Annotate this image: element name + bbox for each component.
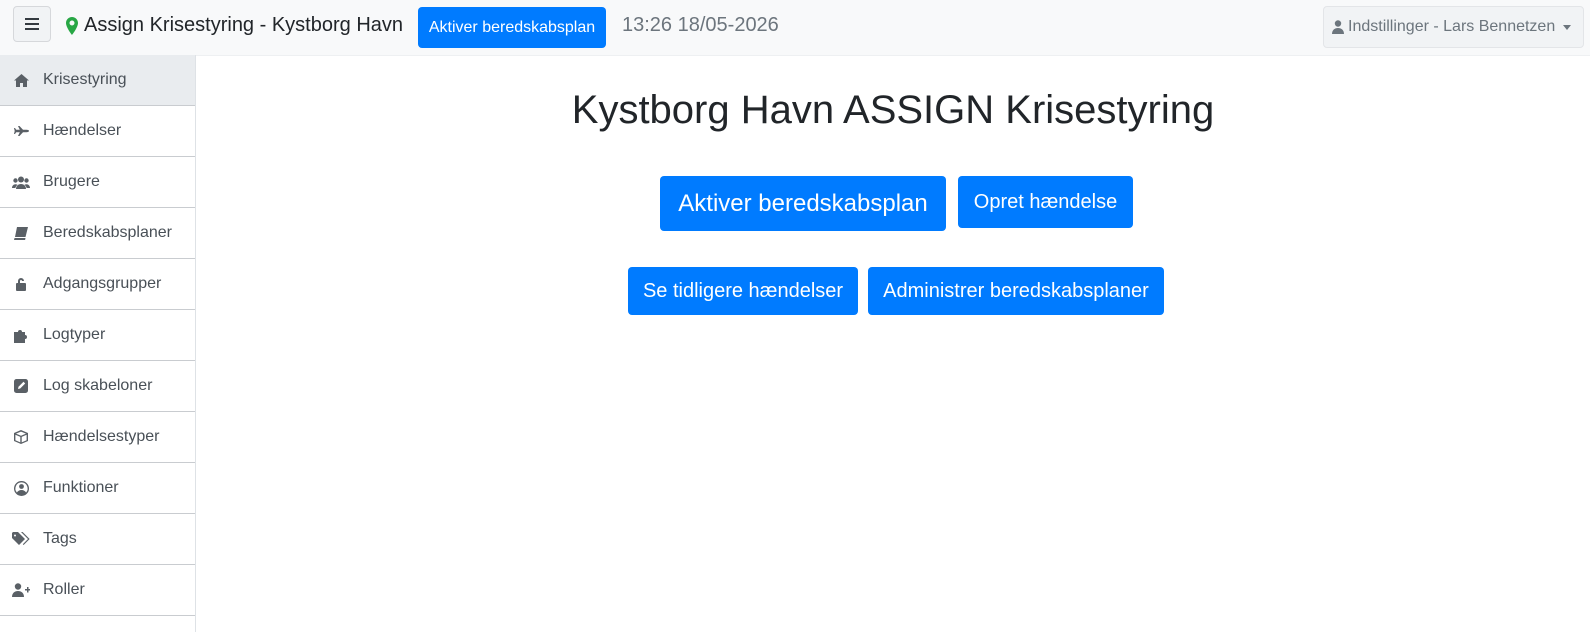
sidebar-item-funktioner[interactable]: Funktioner (0, 463, 195, 514)
activate-plan-top-button[interactable]: Aktiver beredskabsplan (418, 7, 606, 48)
app-title: Assign Krisestyring - Kystborg Havn (84, 14, 404, 36)
users-icon (12, 174, 30, 190)
sidebar-item-label: Tags (43, 530, 77, 547)
sidebar-item-label: Hændelser (43, 122, 122, 139)
activate-plan-button[interactable]: Aktiver beredskabsplan (660, 176, 946, 231)
home-icon (12, 72, 30, 88)
hamburger-icon (25, 18, 39, 30)
create-event-button[interactable]: Opret hændelse (958, 176, 1133, 228)
user-circle-icon (12, 480, 30, 496)
sidebar-item-label: Log skabeloner (43, 377, 153, 394)
cube-icon (12, 429, 30, 445)
puzzle-icon (12, 327, 30, 343)
sidebar-item-label: Roller (43, 581, 85, 598)
sidebar-item-label: Krisestyring (43, 71, 127, 88)
edit-icon (12, 378, 30, 394)
sidebar-item-tags[interactable]: Tags (0, 514, 195, 565)
sidebar-item-label: Adgangsgrupper (43, 275, 162, 292)
sidebar-item-roller[interactable]: Roller (0, 565, 195, 616)
sidebar-item-label: Beredskabsplaner (43, 224, 172, 241)
sidebar: Krisestyring Hændelser Brugere Beredskab… (0, 55, 196, 632)
sidebar-item-log-skabeloner[interactable]: Log skabeloner (0, 361, 195, 412)
sidebar-item-haendelsestyper[interactable]: Hændelsestyper (0, 412, 195, 463)
app-brand[interactable]: Assign Krisestyring - Kystborg Havn (66, 14, 403, 37)
sidebar-item-haendelser[interactable]: Hændelser (0, 106, 195, 157)
page-title: Kystborg Havn ASSIGN Krisestyring (571, 88, 1215, 132)
manage-plans-button[interactable]: Administrer beredskabsplaner (868, 267, 1164, 315)
sidebar-item-krisestyring[interactable]: Krisestyring (0, 55, 195, 106)
user-menu-label: Indstillinger - Lars Bennetzen (1348, 18, 1556, 35)
user-plus-icon (12, 582, 30, 598)
plane-icon (12, 123, 30, 139)
sidebar-item-adgangsgrupper[interactable]: Adgangsgrupper (0, 259, 195, 310)
map-marker-icon (66, 16, 78, 35)
current-datetime: 13:26 18/05-2026 (622, 14, 779, 36)
tags-icon (12, 531, 30, 547)
sidebar-item-label: Brugere (43, 173, 100, 190)
sidebar-item-label: Hændelsestyper (43, 428, 160, 445)
user-icon (1332, 20, 1344, 34)
hamburger-menu-button[interactable] (13, 6, 51, 42)
unlock-icon (12, 276, 30, 292)
sidebar-item-logtyper[interactable]: Logtyper (0, 310, 195, 361)
book-icon (12, 225, 30, 241)
sidebar-item-beredskabsplaner[interactable]: Beredskabsplaner (0, 208, 195, 259)
previous-events-button[interactable]: Se tidligere hændelser (628, 267, 858, 315)
caret-down-icon (1563, 24, 1572, 30)
sidebar-item-label: Logtyper (43, 326, 106, 343)
sidebar-item-brugere[interactable]: Brugere (0, 157, 195, 208)
user-settings-dropdown[interactable]: Indstillinger - Lars Bennetzen (1323, 6, 1584, 48)
top-navbar: Assign Krisestyring - Kystborg Havn Akti… (0, 0, 1590, 56)
sidebar-item-label: Funktioner (43, 479, 119, 496)
